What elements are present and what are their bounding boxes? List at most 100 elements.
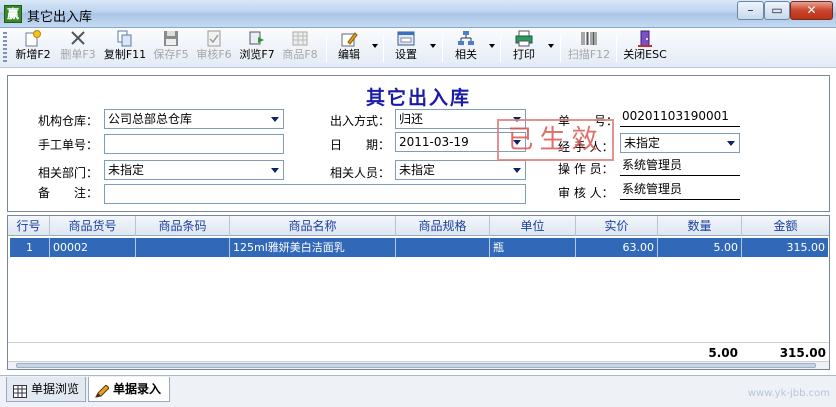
settings-dropdown-arrow[interactable]	[430, 44, 436, 48]
cell-qty[interactable]: 5.00	[658, 238, 742, 257]
form-panel: 其它出入库 机构仓库： 公司总部总仓库 手工单号： 相关部门： 未指定 备 注：…	[7, 75, 830, 212]
cell-amount[interactable]: 315.00	[742, 238, 828, 257]
chevron-down-icon[interactable]	[266, 161, 283, 179]
title-bar: 赢 其它出入库 – ▭ ✕	[0, 0, 836, 28]
bottom-tab-bar: 单据浏览 单据录入 www.yk-jbb.com	[0, 375, 836, 407]
settings-window-icon	[397, 30, 415, 47]
edit-menu-button[interactable]: 编辑	[333, 30, 365, 66]
goods-button[interactable]: 商品F8	[279, 30, 321, 66]
handler-value: 未指定	[624, 136, 661, 150]
manual-no-input[interactable]	[104, 134, 284, 154]
date-value: 2011-03-19	[399, 135, 469, 149]
browse-button[interactable]: 浏览F7	[236, 30, 278, 66]
toolbar-separator	[616, 34, 617, 62]
department-label: 相关部门：	[38, 166, 99, 180]
col-header-code[interactable]: 商品货号	[50, 216, 136, 236]
table-row[interactable]: 1 00002 125ml雅妍美白洁面乳 瓶 63.00 5.00 315.00	[10, 238, 828, 257]
copy-icon	[116, 30, 134, 47]
related-menu-button[interactable]: 相关	[450, 30, 482, 66]
browse-icon	[248, 30, 266, 47]
toolbar-separator	[442, 34, 443, 62]
related-tree-icon	[457, 30, 475, 47]
toolbar-grip[interactable]	[3, 32, 7, 64]
warehouse-select[interactable]: 公司总部总仓库	[104, 109, 284, 129]
io-type-value: 归还	[399, 112, 424, 126]
remark-label: 备 注：	[38, 186, 99, 200]
form-title: 其它出入库	[365, 87, 471, 109]
settings-menu-button[interactable]: 设置	[390, 30, 422, 66]
manual-no-label: 手工单号：	[38, 138, 99, 152]
cell-unit[interactable]: 瓶	[490, 238, 576, 257]
cell-spec[interactable]	[396, 238, 490, 257]
col-header-qty[interactable]: 数量	[658, 216, 742, 236]
chevron-down-icon[interactable]	[266, 110, 283, 128]
department-select[interactable]: 未指定	[104, 160, 284, 180]
app-logo-icon: 赢	[4, 5, 22, 23]
tab-doc-browse[interactable]: 单据浏览	[6, 377, 86, 402]
remark-input[interactable]	[104, 184, 526, 204]
col-header-line[interactable]: 行号	[8, 216, 50, 236]
new-button[interactable]: 新增F2	[12, 30, 54, 66]
printer-icon	[515, 30, 533, 47]
toolbar: 新增F2 删单F3 复制F11 保存F5 审核F6 浏览F7 商品F8 编辑 设…	[0, 28, 836, 68]
related-dropdown-arrow[interactable]	[489, 44, 495, 48]
edit-pencil-icon	[340, 30, 358, 47]
table-grid-icon	[13, 382, 27, 398]
audit-button[interactable]: 审核F6	[193, 30, 235, 66]
close-door-icon	[636, 30, 654, 47]
window-title: 其它出入库	[27, 10, 93, 25]
toolbar-separator	[383, 34, 384, 62]
total-amount: 315.00	[779, 346, 826, 360]
handler-select[interactable]: 未指定	[620, 133, 740, 153]
effective-stamp: 已生效	[497, 119, 614, 161]
save-disk-icon	[162, 30, 180, 47]
scan-button[interactable]: 扫描F12	[566, 30, 612, 66]
copy-button[interactable]: 复制F11	[101, 30, 149, 66]
chevron-down-icon[interactable]	[508, 161, 525, 179]
pen-edit-icon	[95, 382, 110, 398]
auditor-value: 系统管理员	[620, 180, 740, 200]
related-person-label: 相关人员：	[330, 166, 391, 180]
total-qty: 5.00	[708, 346, 738, 360]
cell-line[interactable]: 1	[10, 238, 50, 257]
col-header-name[interactable]: 商品名称	[230, 216, 396, 236]
site-watermark: www.yk-jbb.com	[747, 388, 830, 399]
close-window-button[interactable]: ✕	[790, 1, 833, 20]
toolbar-separator	[500, 34, 501, 62]
barcode-icon	[580, 30, 598, 47]
scrollbar-thumb[interactable]	[16, 363, 816, 368]
print-menu-button[interactable]: 打印	[508, 30, 540, 66]
col-header-amount[interactable]: 金额	[742, 216, 829, 236]
horizontal-scrollbar[interactable]	[8, 361, 829, 369]
operator-value: 系统管理员	[620, 156, 740, 176]
cell-name[interactable]: 125ml雅妍美白洁面乳	[230, 238, 396, 257]
toolbar-separator	[560, 34, 561, 62]
new-doc-icon	[24, 30, 42, 47]
date-label: 日 期：	[330, 138, 391, 152]
minimize-button[interactable]: –	[737, 1, 764, 20]
operator-label: 操 作 员：	[558, 162, 614, 176]
print-dropdown-arrow[interactable]	[548, 44, 554, 48]
edit-dropdown-arrow[interactable]	[372, 44, 378, 48]
col-header-spec[interactable]: 商品规格	[396, 216, 490, 236]
tab-doc-entry[interactable]: 单据录入	[88, 377, 170, 402]
col-header-barcode[interactable]: 商品条码	[136, 216, 230, 236]
grid-footer-totals: 5.00 315.00	[8, 342, 829, 362]
delete-button[interactable]: 删单F3	[56, 30, 100, 66]
tab-doc-browse-label: 单据浏览	[31, 382, 80, 396]
related-person-select[interactable]: 未指定	[395, 160, 526, 180]
close-button[interactable]: 关闭ESC	[622, 30, 668, 66]
io-type-label: 出入方式：	[330, 114, 391, 128]
save-button[interactable]: 保存F5	[150, 30, 192, 66]
col-header-unit[interactable]: 单位	[490, 216, 576, 236]
toolbar-separator	[326, 34, 327, 62]
chevron-down-icon[interactable]	[722, 134, 739, 152]
col-header-price[interactable]: 实价	[576, 216, 658, 236]
cell-code[interactable]: 00002	[50, 238, 136, 257]
cell-barcode[interactable]	[136, 238, 230, 257]
items-grid: 行号 商品货号 商品条码 商品名称 商品规格 单位 实价 数量 金额 1 000…	[7, 215, 830, 370]
cell-price[interactable]: 63.00	[576, 238, 658, 257]
maximize-button[interactable]: ▭	[764, 1, 790, 20]
grid-header: 行号 商品货号 商品条码 商品名称 商品规格 单位 实价 数量 金额	[8, 216, 829, 236]
related-person-value: 未指定	[399, 163, 436, 177]
